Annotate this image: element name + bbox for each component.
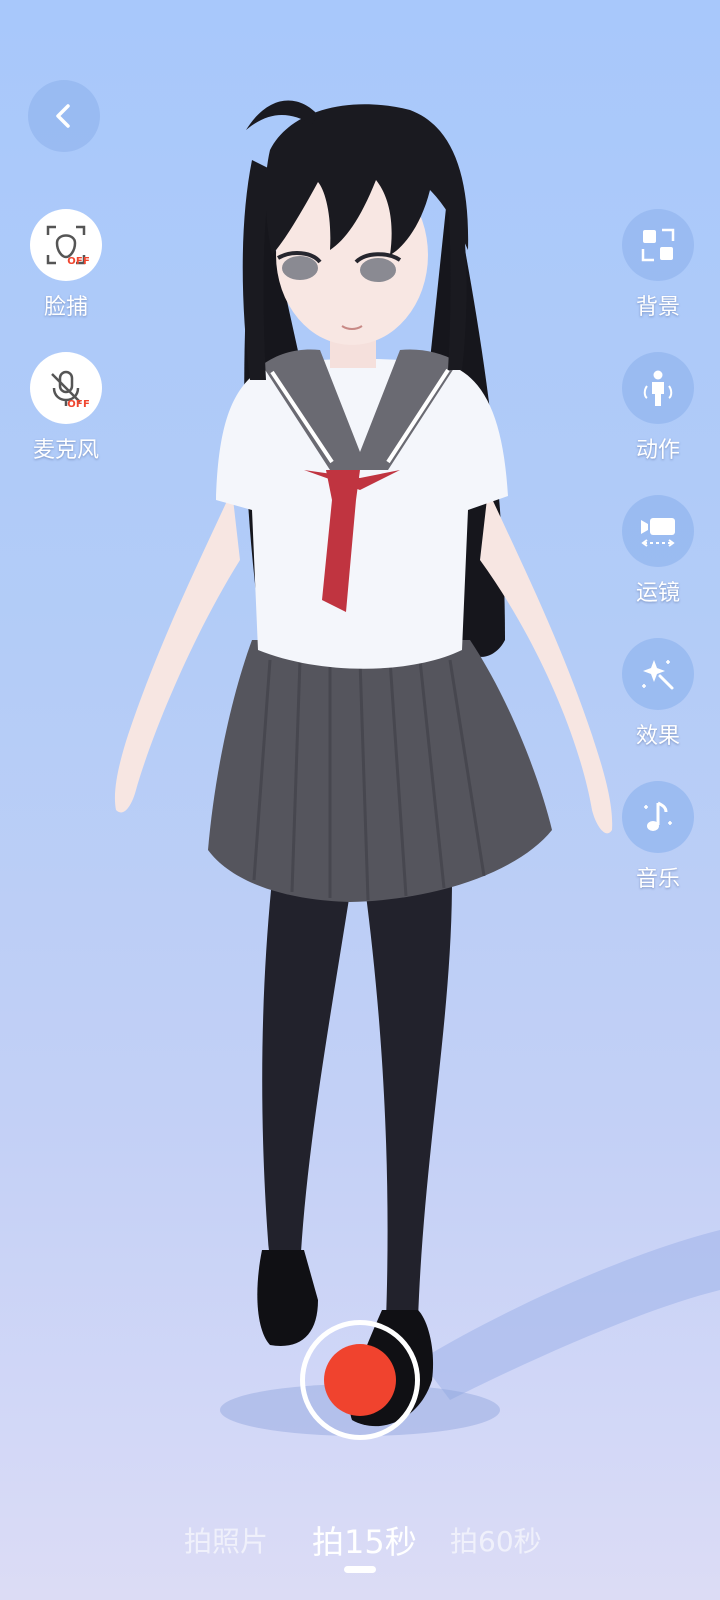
camera-move-icon [641,518,675,547]
effect-label: 效果 [635,724,680,749]
back-button[interactable] [28,80,100,152]
action-button[interactable] [622,352,694,424]
record-button[interactable] [300,1320,420,1440]
person-action-icon [643,370,673,406]
face-capture-button[interactable]: OFF [30,209,102,281]
camera-move-label: 运镜 [635,581,680,606]
record-dot [324,1344,396,1416]
tab-60s[interactable]: 拍60秒 [450,1520,542,1560]
music-label: 音乐 [635,867,680,892]
effect-button[interactable] [622,638,694,710]
face-capture-label: 脸捕 [43,295,88,320]
microphone-off-badge: OFF [67,399,90,410]
background-label: 背景 [635,295,680,320]
camera-move-button[interactable] [622,495,694,567]
active-tab-indicator [344,1566,376,1573]
action-label: 动作 [635,438,680,463]
background-icon [641,228,675,262]
chevron-left-icon [56,104,70,128]
tab-photo[interactable]: 拍照片 [184,1520,268,1560]
microphone-label: 麦克风 [32,438,99,463]
face-capture-off-badge: OFF [67,256,90,267]
music-button[interactable] [622,781,694,853]
microphone-button[interactable]: OFF [30,352,102,424]
tab-15s[interactable]: 拍15秒 [312,1517,417,1563]
background-button[interactable] [622,209,694,281]
sparkle-effect-icon [642,660,674,690]
music-note-icon [644,801,672,831]
